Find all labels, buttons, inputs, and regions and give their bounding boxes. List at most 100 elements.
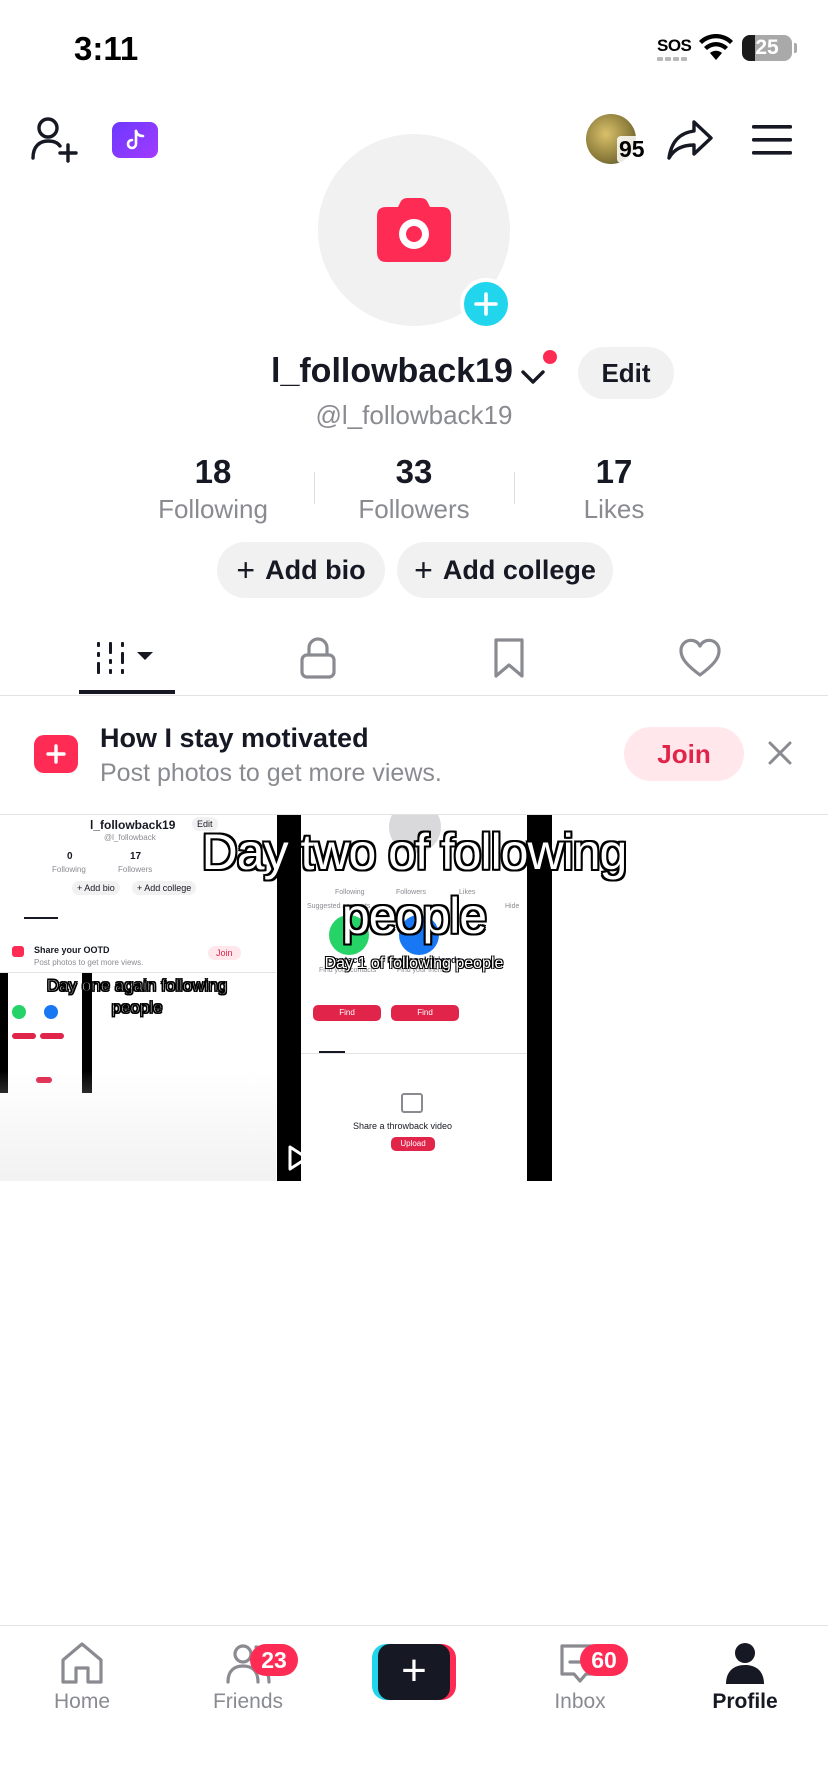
profile-stats: 18 Following 33 Followers 17 Likes xyxy=(0,452,828,532)
stat-followers[interactable]: 33 Followers xyxy=(324,452,504,526)
thumb-upload-button: Upload xyxy=(391,1137,435,1151)
stat-value: 33 xyxy=(395,453,433,490)
add-user-icon xyxy=(31,117,78,163)
heart-icon xyxy=(679,638,721,677)
status-bar: 3:11 SOS 25 xyxy=(0,0,828,100)
friends-badge: 23 xyxy=(250,1644,298,1676)
tab-private[interactable] xyxy=(270,620,366,696)
video-overlay-text: Day two of following people xyxy=(201,824,628,944)
throwback-icon xyxy=(401,1093,423,1113)
play-icon xyxy=(288,1145,309,1171)
thumb-stat-label: Followers xyxy=(118,865,153,874)
tab-liked[interactable] xyxy=(652,620,748,696)
video-caption: Day 1 of following people xyxy=(324,955,504,972)
add-bio-button[interactable]: + Add bio xyxy=(217,542,385,598)
thumb-tab-underline xyxy=(24,917,58,919)
thumb-banner-title: Share your OOTD xyxy=(34,945,110,955)
display-name[interactable]: l_followback19 xyxy=(271,352,513,391)
add-avatar-button[interactable] xyxy=(460,278,512,330)
plus-icon: + xyxy=(378,1644,450,1700)
thumb-add-bio: + Add bio xyxy=(72,881,120,895)
nav-friends[interactable]: Friends 23 xyxy=(188,1640,308,1714)
wifi-icon xyxy=(699,34,733,60)
plus-icon xyxy=(474,292,498,316)
stat-likes[interactable]: 17 Likes xyxy=(524,452,704,526)
chevron-down-icon[interactable] xyxy=(520,366,546,388)
add-college-button[interactable]: + Add college xyxy=(397,542,613,598)
thumb-banner-sub: Post photos to get more views. xyxy=(34,958,144,967)
thumb-join: Join xyxy=(208,946,241,960)
thumb-find-button xyxy=(40,1033,64,1039)
thumb-stat: 17 xyxy=(130,851,142,862)
stat-following[interactable]: 18 Following xyxy=(123,452,303,526)
tiktok-note-icon xyxy=(126,129,145,150)
plus-icon: + xyxy=(236,551,256,588)
share-profile-button[interactable] xyxy=(664,114,716,166)
whatsapp-icon xyxy=(12,1005,26,1019)
menu-button[interactable] xyxy=(748,118,796,162)
promo-banner[interactable]: How I stay motivated Post photos to get … xyxy=(0,697,828,815)
lock-icon xyxy=(300,637,336,679)
nav-inbox[interactable]: Inbox 60 xyxy=(520,1640,640,1714)
nav-label: Inbox xyxy=(554,1690,606,1713)
tiktok-studio-button[interactable] xyxy=(112,122,158,158)
thumb-throwback: Share a throwback video xyxy=(353,1121,453,1131)
stat-label: Likes xyxy=(583,494,645,524)
bottom-nav: Home Friends 23 + Inbox 60 Profile xyxy=(0,1625,828,1792)
signal-bars-icon xyxy=(657,57,687,61)
stat-label: Followers xyxy=(358,494,470,524)
profile-icon xyxy=(726,1643,764,1684)
nav-label: Profile xyxy=(712,1690,778,1713)
battery-icon: 25 xyxy=(742,35,792,61)
camera-icon xyxy=(377,198,451,262)
tab-favorites[interactable] xyxy=(461,620,557,696)
nav-label: Home xyxy=(53,1690,111,1713)
notification-dot xyxy=(543,350,557,364)
plus-icon xyxy=(46,744,66,764)
add-friend-button[interactable] xyxy=(28,114,82,164)
nav-home[interactable]: Home xyxy=(22,1640,142,1714)
tab-videos[interactable] xyxy=(79,620,175,696)
add-college-label: Add college xyxy=(442,554,596,585)
divider xyxy=(301,1053,527,1054)
home-icon xyxy=(61,1642,103,1684)
add-bio-label: Add bio xyxy=(265,554,366,585)
add-photo-icon xyxy=(34,735,78,773)
banner-title: How I stay motivated xyxy=(100,723,369,753)
content-tabs xyxy=(0,620,828,696)
divider xyxy=(314,472,315,504)
create-button[interactable]: + xyxy=(372,1644,456,1700)
hamburger-icon xyxy=(752,125,792,155)
thumb-handle: @l_followback xyxy=(104,833,156,842)
battery-cap xyxy=(794,43,797,53)
banner-subtitle: Post photos to get more views. xyxy=(100,759,442,787)
edit-profile-button[interactable]: Edit xyxy=(578,347,674,399)
thumb-find-button: Find xyxy=(313,1005,381,1021)
stat-label: Following xyxy=(158,494,268,524)
stat-value: 17 xyxy=(595,453,633,490)
sos-indicator: SOS xyxy=(657,36,692,55)
nav-profile[interactable]: Profile xyxy=(685,1640,805,1714)
battery-level: 25 xyxy=(755,36,779,59)
thumb-fade xyxy=(0,1071,276,1181)
bookmark-icon xyxy=(494,638,524,678)
thumb-banner-icon xyxy=(12,946,24,957)
active-tab-indicator xyxy=(79,690,175,694)
grid-videos-icon xyxy=(97,642,153,674)
coin-count: 95 xyxy=(617,136,647,163)
stat-value: 18 xyxy=(194,453,232,490)
inbox-badge: 60 xyxy=(580,1644,628,1676)
join-button[interactable]: Join xyxy=(624,727,744,781)
share-arrow-icon xyxy=(667,120,713,160)
close-icon[interactable] xyxy=(766,739,794,767)
thumb-find-button: Find xyxy=(391,1005,459,1021)
divider xyxy=(0,972,276,973)
thumb-stat: 0 xyxy=(67,851,73,862)
plus-icon: + xyxy=(414,551,433,588)
status-time: 3:11 xyxy=(74,30,139,67)
thumb-stat-label: Following xyxy=(52,865,86,874)
divider xyxy=(514,472,515,504)
video-overlay-text: Day one again following people xyxy=(46,976,228,1018)
nav-label: Friends xyxy=(212,1690,284,1713)
username-handle: @l_followback19 xyxy=(315,400,513,430)
